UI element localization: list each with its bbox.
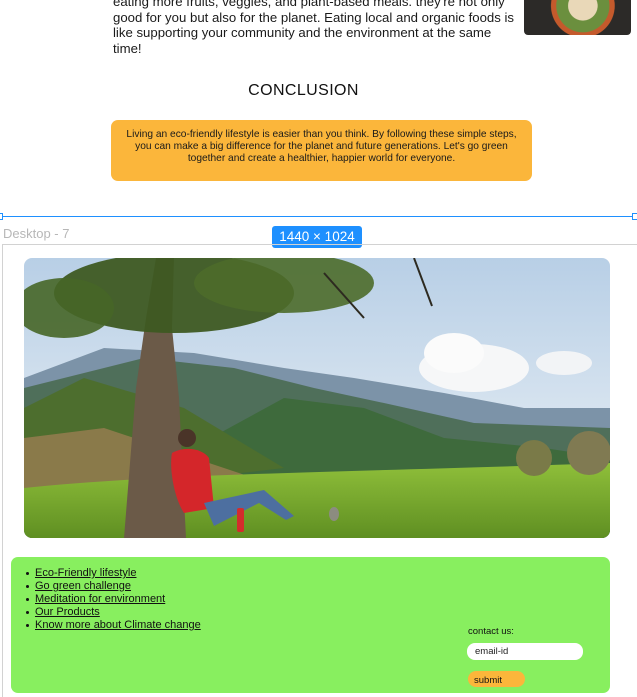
link-meditation[interactable]: Meditation for environment bbox=[35, 593, 165, 606]
link-climate-change[interactable]: Know more about Climate change bbox=[35, 619, 201, 632]
link-our-products[interactable]: Our Products bbox=[35, 606, 100, 619]
link-eco-friendly-lifestyle[interactable]: Eco-Friendly lifestyle bbox=[35, 567, 136, 580]
list-item: Go green challenge bbox=[26, 580, 201, 593]
list-item: Meditation for environment bbox=[26, 593, 201, 606]
hero-image bbox=[24, 258, 610, 538]
conclusion-card: Living an eco-friendly lifestyle is easi… bbox=[111, 120, 532, 181]
footer-link-list: Eco-Friendly lifestyle Go green challeng… bbox=[26, 567, 201, 632]
frame-name-label[interactable]: Desktop - 7 bbox=[3, 226, 69, 241]
frame-selection-line bbox=[0, 216, 637, 217]
link-go-green-challenge[interactable]: Go green challenge bbox=[35, 580, 131, 593]
food-bowl-image bbox=[524, 0, 631, 35]
intro-line: good for you but also for the planet. Ea… bbox=[113, 9, 515, 25]
bullet-icon bbox=[26, 585, 29, 588]
bullet-icon bbox=[26, 598, 29, 601]
intro-line: eating more fruits, veggies, and plant-b… bbox=[113, 0, 505, 9]
list-item: Eco-Friendly lifestyle bbox=[26, 567, 201, 580]
conclusion-heading: CONCLUSION bbox=[248, 82, 359, 99]
site-footer: Eco-Friendly lifestyle Go green challeng… bbox=[11, 557, 610, 693]
landscape-illustration bbox=[24, 258, 610, 538]
bullet-icon bbox=[26, 572, 29, 575]
email-field[interactable] bbox=[467, 643, 583, 660]
list-item: Our Products bbox=[26, 606, 201, 619]
frame-resize-handle-right[interactable] bbox=[632, 213, 637, 220]
frame-resize-handle-left[interactable] bbox=[0, 213, 3, 220]
intro-line: like supporting your community and the e… bbox=[113, 25, 492, 56]
conclusion-text: Living an eco-friendly lifestyle is easi… bbox=[126, 129, 517, 165]
bullet-icon bbox=[26, 624, 29, 627]
intro-paragraph: eating more fruits, veggies, and plant-b… bbox=[113, 0, 518, 56]
bullet-icon bbox=[26, 611, 29, 614]
contact-label: contact us: bbox=[468, 626, 514, 637]
submit-button[interactable]: submit bbox=[468, 671, 525, 687]
list-item: Know more about Climate change bbox=[26, 619, 201, 632]
